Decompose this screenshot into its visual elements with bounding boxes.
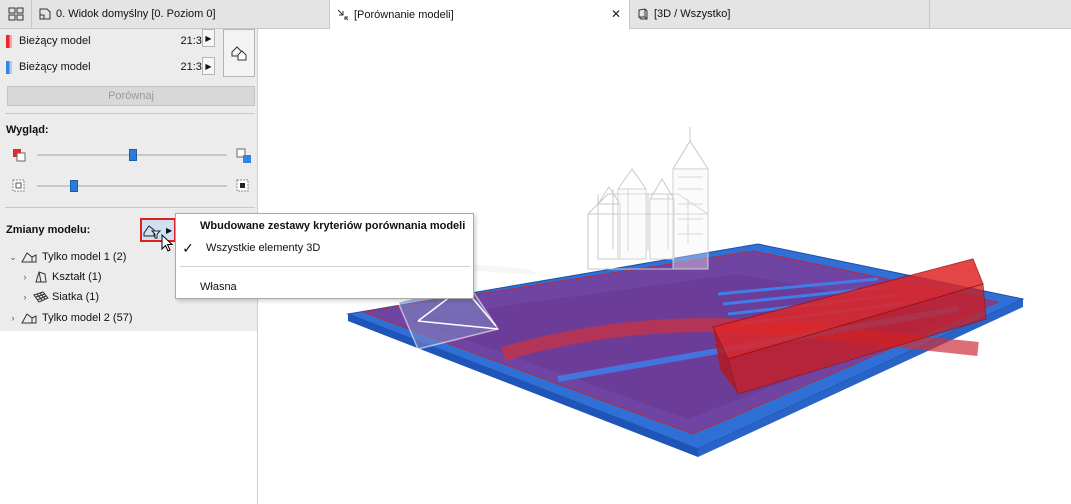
model-icon xyxy=(21,313,37,324)
tree-background xyxy=(0,331,257,504)
chevron-right-icon: ▶ xyxy=(205,61,212,71)
transparency-slider-thumb[interactable] xyxy=(70,180,79,192)
tab-model-compare[interactable]: [Porównanie modeli] ✕ xyxy=(330,0,630,29)
tree-item-model-2[interactable]: › Tylko model 2 (57) xyxy=(8,308,133,328)
chevron-right-icon: ▶ xyxy=(205,33,212,43)
compare-button[interactable]: Porównaj xyxy=(7,86,255,106)
transparency-slider[interactable] xyxy=(37,185,227,187)
tab-label: 0. Widok domyślny [0. Poziom 0] xyxy=(56,8,216,20)
chevron-right-icon[interactable]: › xyxy=(20,272,30,282)
cube-icon xyxy=(638,8,648,20)
tree-item-label: Tylko model 2 (57) xyxy=(42,312,133,324)
criteria-dropdown-menu: Wbudowane zestawy kryteriów porównania m… xyxy=(175,213,474,299)
tab-bar: 0. Widok domyślny [0. Poziom 0] [Porówna… xyxy=(0,0,1071,29)
tab-floor-plan[interactable]: 0. Widok domyślny [0. Poziom 0] xyxy=(32,0,330,28)
tree-item-label: Siatka (1) xyxy=(52,291,100,303)
model-1-name: Bieżący model xyxy=(19,35,91,47)
menu-item-all-3d-elements[interactable]: ✓ Wszystkie elementy 3D xyxy=(176,238,473,258)
divider xyxy=(5,113,255,114)
model-1-swatch xyxy=(6,34,12,48)
model-icon xyxy=(21,252,37,263)
tree-item-mesh[interactable]: › Siatka (1) xyxy=(20,287,100,307)
tree-item-shape[interactable]: › Kształt (1) xyxy=(20,267,102,287)
menu-header: Wbudowane zestawy kryteriów porównania m… xyxy=(200,220,466,232)
view-switcher-button[interactable] xyxy=(0,0,32,28)
shape-icon xyxy=(35,271,47,283)
tab-label: [3D / Wszystko] xyxy=(654,8,731,20)
appearance-title: Wygląd: xyxy=(6,124,49,136)
model-1-color-icon xyxy=(13,149,26,162)
divider xyxy=(5,207,255,208)
menu-item-label: Wszystkie elementy 3D xyxy=(206,242,321,254)
color-slider-thumb[interactable] xyxy=(129,149,137,161)
swap-models-icon xyxy=(231,46,247,61)
swap-models-button[interactable] xyxy=(223,29,255,77)
model-1-row: Bieżący model 21:31 xyxy=(0,29,218,53)
model-2-color-icon xyxy=(236,148,251,163)
tree-item-label: Tylko model 1 (2) xyxy=(42,251,127,263)
menu-divider xyxy=(180,266,470,267)
chevron-right-icon[interactable]: › xyxy=(8,313,18,323)
grid-icon xyxy=(8,7,23,21)
floorplan-icon xyxy=(39,8,51,20)
model-2-select-button[interactable]: ▶ xyxy=(202,57,215,75)
tab-label: [Porównanie modeli] xyxy=(354,8,454,21)
solid-icon xyxy=(236,179,249,192)
compare-icon xyxy=(337,9,349,20)
menu-item-label: Własna xyxy=(200,281,237,293)
tree-item-model-1[interactable]: ⌄ Tylko model 1 (2) xyxy=(8,247,126,267)
mesh-icon xyxy=(33,291,49,303)
opaque-icon xyxy=(12,179,25,192)
close-icon[interactable]: ✕ xyxy=(611,7,621,21)
model-2-name: Bieżący model xyxy=(19,61,91,73)
model-changes-title: Zmiany modelu: xyxy=(6,224,91,236)
model-2-swatch xyxy=(6,60,12,74)
model-2-row: Bieżący model 21:31 xyxy=(0,55,218,79)
chevron-right-icon[interactable]: › xyxy=(20,292,30,302)
tree-item-label: Kształt (1) xyxy=(52,271,102,283)
model-1-select-button[interactable]: ▶ xyxy=(202,29,215,47)
checkmark-icon: ✓ xyxy=(182,239,194,256)
tab-3d-all[interactable]: [3D / Wszystko] xyxy=(630,0,930,28)
chevron-down-icon[interactable]: ⌄ xyxy=(8,252,18,263)
menu-item-custom[interactable]: Własna xyxy=(176,277,473,297)
